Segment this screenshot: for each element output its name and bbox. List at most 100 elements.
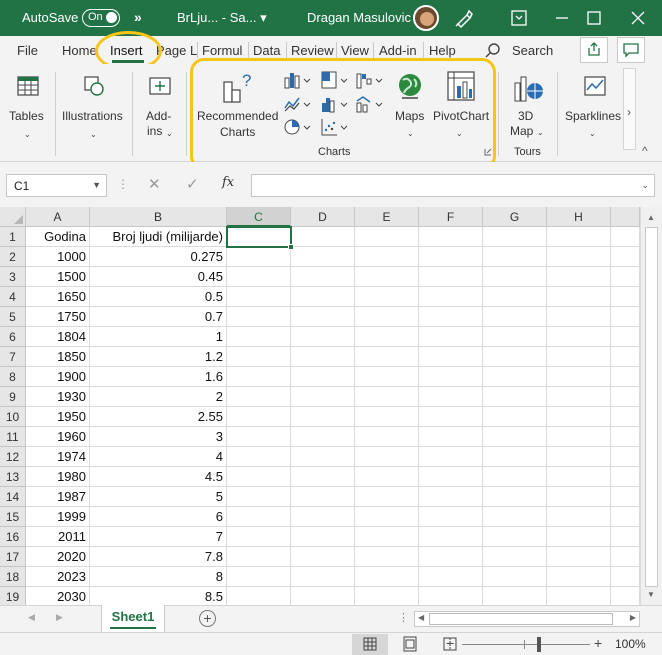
table-cell[interactable] [291, 547, 355, 567]
prev-sheet-icon[interactable]: ◀ [28, 612, 35, 623]
normal-view-button[interactable] [352, 634, 388, 655]
illustrations-button[interactable]: Illustrations ⌄ [60, 68, 128, 150]
table-cell[interactable] [291, 307, 355, 327]
table-cell[interactable] [291, 367, 355, 387]
table-cell[interactable] [227, 327, 291, 347]
table-cell[interactable] [547, 527, 611, 547]
maximize-icon[interactable] [582, 6, 606, 30]
more-commands-icon[interactable]: » [134, 9, 142, 25]
table-cell[interactable] [419, 447, 483, 467]
zoom-slider-thumb[interactable] [537, 637, 541, 652]
table-cell[interactable] [611, 287, 640, 307]
add-sheet-button[interactable]: + [199, 610, 216, 627]
table-cell[interactable] [355, 347, 419, 367]
table-cell[interactable] [419, 427, 483, 447]
autosave-toggle[interactable]: On [82, 9, 120, 27]
horizontal-scroll-thumb[interactable] [429, 613, 613, 625]
pen-icon[interactable] [452, 6, 476, 30]
table-cell[interactable]: 1930 [26, 387, 90, 407]
table-cell[interactable] [547, 367, 611, 387]
table-cell[interactable] [291, 467, 355, 487]
tab-home[interactable]: Home [62, 43, 97, 58]
table-cell[interactable] [483, 387, 547, 407]
table-cell[interactable] [611, 447, 640, 467]
table-cell[interactable] [419, 567, 483, 587]
table-cell[interactable] [611, 387, 640, 407]
column-header-a[interactable]: A [26, 207, 90, 227]
table-cell[interactable] [227, 447, 291, 467]
table-cell[interactable] [547, 387, 611, 407]
table-cell[interactable] [355, 467, 419, 487]
row-header[interactable]: 3 [0, 267, 26, 287]
column-header-f[interactable]: F [419, 207, 483, 227]
vertical-scroll-thumb[interactable] [645, 227, 658, 587]
tab-add-in[interactable]: Add-in [379, 43, 417, 58]
table-cell[interactable] [355, 547, 419, 567]
row-header[interactable]: 15 [0, 507, 26, 527]
sparklines-button[interactable]: Sparklines ⌄ [562, 68, 624, 142]
row-header[interactable]: 14 [0, 487, 26, 507]
table-cell[interactable]: 2011 [26, 527, 90, 547]
table-cell[interactable] [355, 327, 419, 347]
table-cell[interactable] [547, 507, 611, 527]
row-header[interactable]: 1 [0, 227, 26, 247]
table-cell[interactable]: Broj ljudi (milijarde) [90, 227, 227, 247]
table-cell[interactable] [227, 467, 291, 487]
table-cell[interactable] [227, 407, 291, 427]
table-cell[interactable] [419, 527, 483, 547]
tab-file[interactable]: File [17, 43, 38, 58]
table-cell[interactable] [611, 267, 640, 287]
minimize-icon[interactable] [550, 6, 574, 30]
table-cell[interactable] [291, 427, 355, 447]
table-cell[interactable]: 1000 [26, 247, 90, 267]
table-cell[interactable] [419, 287, 483, 307]
table-cell[interactable] [291, 327, 355, 347]
zoom-out-button[interactable]: − [446, 635, 454, 651]
table-cell[interactable] [291, 487, 355, 507]
table-cell[interactable] [227, 527, 291, 547]
table-cell[interactable] [611, 227, 640, 247]
table-cell[interactable]: 2030 [26, 587, 90, 605]
table-cell[interactable] [611, 327, 640, 347]
row-header[interactable]: 6 [0, 327, 26, 347]
table-cell[interactable] [547, 427, 611, 447]
table-cell[interactable] [291, 447, 355, 467]
table-cell[interactable] [483, 567, 547, 587]
scroll-left-icon[interactable]: ◀ [418, 613, 424, 622]
column-header-c[interactable]: C [227, 207, 291, 227]
table-cell[interactable] [355, 487, 419, 507]
row-header[interactable]: 10 [0, 407, 26, 427]
table-cell[interactable]: 1900 [26, 367, 90, 387]
table-cell[interactable] [291, 407, 355, 427]
table-cell[interactable]: 0.5 [90, 287, 227, 307]
column-header-g[interactable]: G [483, 207, 547, 227]
spreadsheet-grid[interactable]: ABCDEFGH 1 Godina Broj ljudi (milijarde) 2 1… [0, 207, 662, 605]
table-cell[interactable] [227, 267, 291, 287]
table-cell[interactable] [355, 367, 419, 387]
table-cell[interactable] [483, 347, 547, 367]
table-cell[interactable] [483, 507, 547, 527]
column-header-d[interactable]: D [291, 207, 355, 227]
table-cell[interactable]: 1804 [26, 327, 90, 347]
table-cell[interactable] [355, 527, 419, 547]
table-cell[interactable] [419, 367, 483, 387]
table-cell[interactable] [483, 547, 547, 567]
row-header[interactable]: 8 [0, 367, 26, 387]
formula-bar-resize-icon[interactable]: ⋮ [117, 177, 129, 191]
table-cell[interactable] [483, 407, 547, 427]
table-cell[interactable] [483, 487, 547, 507]
table-cell[interactable] [419, 547, 483, 567]
table-cell[interactable]: 0.45 [90, 267, 227, 287]
fill-handle[interactable] [288, 244, 294, 250]
table-cell[interactable]: 1 [90, 327, 227, 347]
close-icon[interactable] [626, 6, 650, 30]
scroll-right-icon[interactable]: ▶ [630, 613, 636, 622]
table-cell[interactable]: 1950 [26, 407, 90, 427]
tables-button[interactable]: Tables ⌄ [5, 68, 51, 150]
table-cell[interactable] [547, 447, 611, 467]
table-cell[interactable] [419, 327, 483, 347]
row-header[interactable]: 2 [0, 247, 26, 267]
table-cell[interactable] [291, 567, 355, 587]
table-cell[interactable] [355, 407, 419, 427]
table-cell[interactable]: 0.275 [90, 247, 227, 267]
